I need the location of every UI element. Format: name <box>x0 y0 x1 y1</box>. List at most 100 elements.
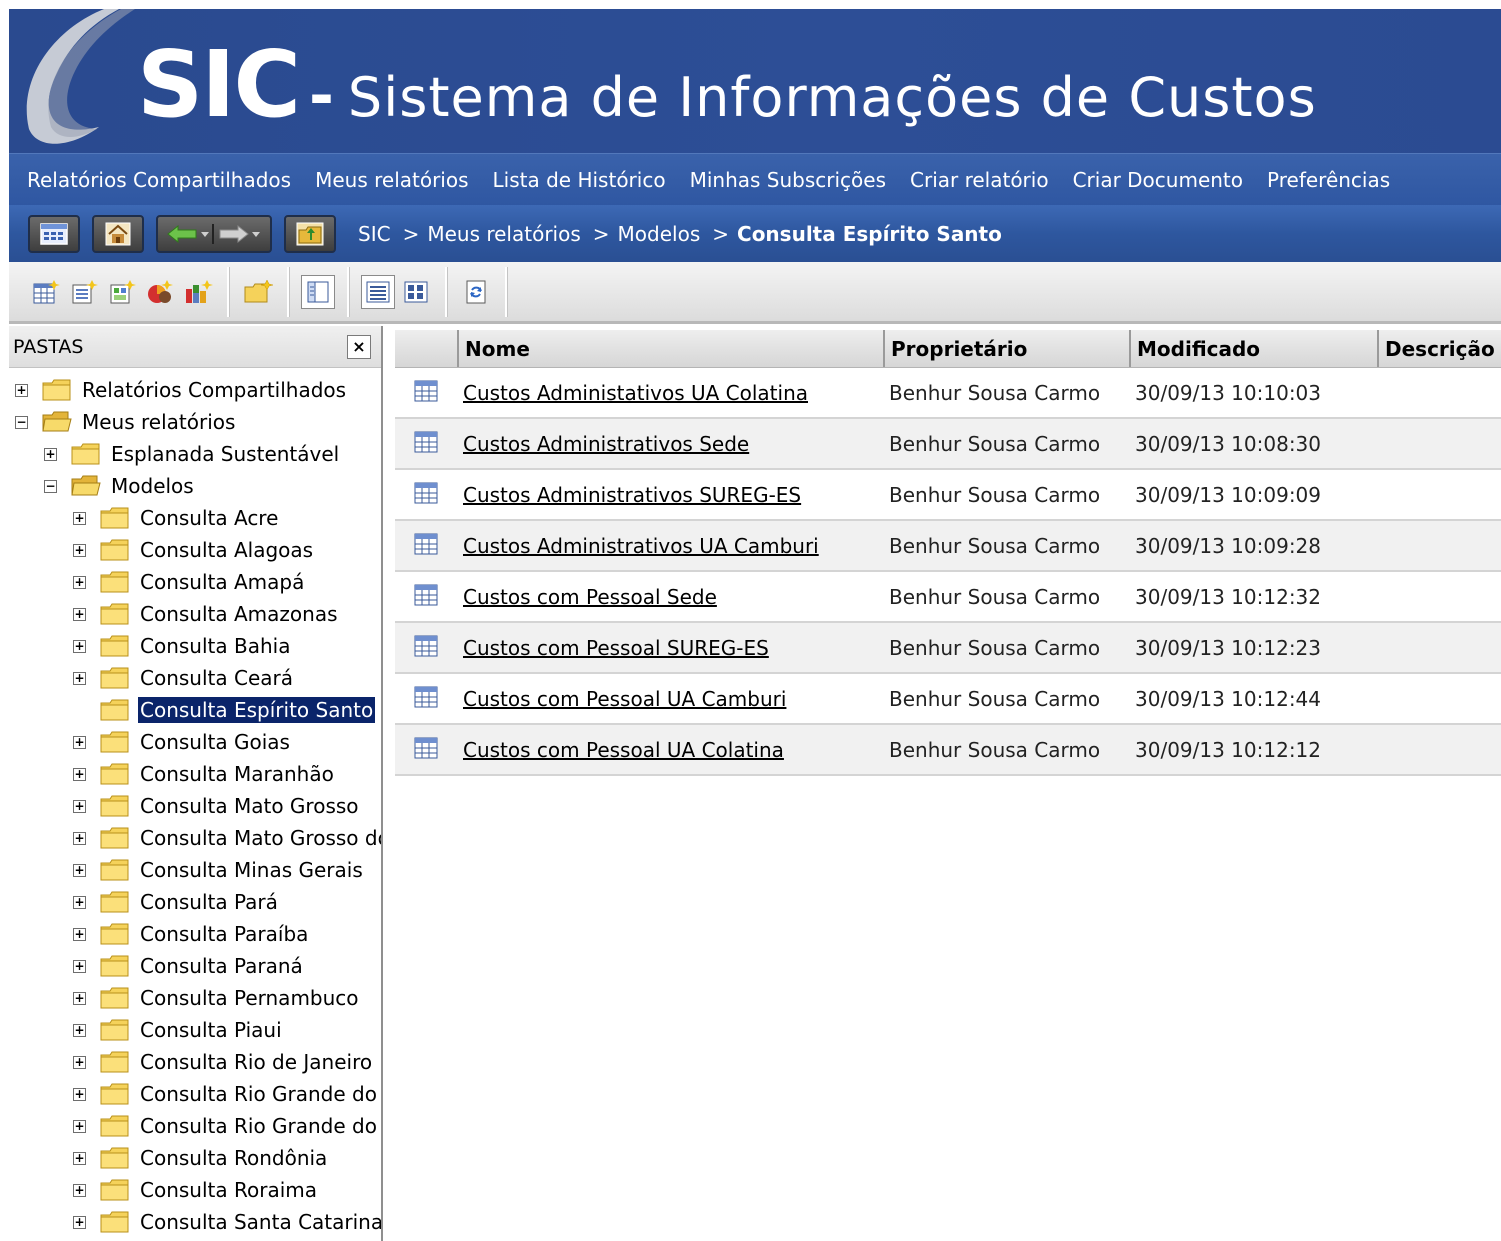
expand-icon[interactable]: + <box>73 1183 86 1197</box>
new-dashboard-button[interactable] <box>143 275 177 309</box>
expand-icon[interactable]: + <box>73 1119 86 1133</box>
expand-icon[interactable]: + <box>73 959 86 973</box>
folder-node[interactable]: + Consulta Paraíba <box>9 918 381 950</box>
collapse-icon[interactable]: − <box>44 479 57 493</box>
folder-node[interactable]: + Relatórios Compartilhados <box>9 374 381 406</box>
report-grid-icon[interactable] <box>395 533 457 555</box>
folder-node[interactable]: + Consulta Rio de Janeiro <box>9 1046 381 1078</box>
report-link[interactable]: Custos com Pessoal UA Camburi <box>463 687 786 711</box>
menu-shared-reports[interactable]: Relatórios Compartilhados <box>27 168 291 192</box>
expand-icon[interactable]: + <box>73 799 86 813</box>
expand-icon[interactable]: + <box>73 1023 86 1037</box>
expand-icon[interactable]: + <box>73 511 86 525</box>
folder-node[interactable]: + Consulta Goias <box>9 726 381 758</box>
breadcrumb-my-reports[interactable]: Meus relatórios <box>427 222 580 246</box>
expand-icon[interactable]: + <box>44 447 57 461</box>
folder-node[interactable]: + Consulta Mato Grosso <box>9 790 381 822</box>
expand-icon[interactable]: + <box>73 767 86 781</box>
table-row[interactable]: Custos com Pessoal Sede Benhur Sousa Carm… <box>395 572 1501 623</box>
breadcrumb-sic[interactable]: SIC <box>358 222 391 246</box>
expand-icon[interactable]: + <box>15 383 28 397</box>
folder-node[interactable]: + Consulta Piaui <box>9 1014 381 1046</box>
report-grid-icon[interactable] <box>395 431 457 453</box>
folder-node[interactable]: + Consulta Maranhão <box>9 758 381 790</box>
menu-history-list[interactable]: Lista de Histórico <box>493 168 666 192</box>
new-olap-button[interactable] <box>181 275 215 309</box>
folder-node[interactable]: − Meus relatórios <box>9 406 381 438</box>
folder-node[interactable]: − Modelos <box>9 470 381 502</box>
report-grid-icon[interactable] <box>395 584 457 606</box>
breadcrumb-models[interactable]: Modelos <box>618 222 701 246</box>
report-link[interactable]: Custos com Pessoal Sede <box>463 585 717 609</box>
menu-preferences[interactable]: Preferências <box>1267 168 1390 192</box>
expand-icon[interactable]: + <box>73 671 86 685</box>
new-report-services-button[interactable] <box>105 275 139 309</box>
desktop-button[interactable] <box>28 214 80 253</box>
report-link[interactable]: Custos Administrativos UA Camburi <box>463 534 819 558</box>
up-folder-button[interactable] <box>284 214 336 253</box>
expand-icon[interactable]: + <box>73 639 86 653</box>
forward-button[interactable] <box>212 223 262 244</box>
folder-node[interactable]: + Esplanada Sustentável <box>9 438 381 470</box>
toggle-folder-pane-button[interactable] <box>301 274 335 309</box>
icons-view-button[interactable] <box>399 275 433 309</box>
close-icon[interactable]: × <box>347 334 371 359</box>
table-row[interactable]: Custos Administrativos SUREG-ES Benhur So… <box>395 470 1501 521</box>
column-modified[interactable]: Modificado <box>1129 330 1377 367</box>
new-report-button[interactable] <box>29 275 63 309</box>
expand-icon[interactable]: + <box>73 1087 86 1101</box>
expand-icon[interactable]: + <box>73 895 86 909</box>
column-icon[interactable] <box>395 330 457 367</box>
report-link[interactable]: Custos Administrativos Sede <box>463 432 749 456</box>
folder-node[interactable]: + Consulta Minas Gerais <box>9 854 381 886</box>
table-row[interactable]: Custos com Pessoal SUREG-ES Benhur Sousa … <box>395 623 1501 674</box>
report-link[interactable]: Custos Administrativos SUREG-ES <box>463 483 801 507</box>
back-button[interactable] <box>166 224 212 244</box>
expand-icon[interactable]: + <box>73 1215 86 1229</box>
folder-node[interactable]: + Consulta Alagoas <box>9 534 381 566</box>
report-grid-icon[interactable] <box>395 635 457 657</box>
collapse-icon[interactable]: − <box>15 415 28 429</box>
expand-icon[interactable]: + <box>73 1055 86 1069</box>
folder-node[interactable]: + Consulta Roraima <box>9 1174 381 1206</box>
refresh-button[interactable] <box>459 275 493 309</box>
details-view-button[interactable] <box>361 274 395 309</box>
report-grid-icon[interactable] <box>395 686 457 708</box>
menu-my-reports[interactable]: Meus relatórios <box>315 168 468 192</box>
folder-node[interactable]: + Consulta Pernambuco <box>9 982 381 1014</box>
table-row[interactable]: Custos Administrativos Sede Benhur Sousa … <box>395 419 1501 470</box>
folder-node[interactable]: + Consulta Rondônia <box>9 1142 381 1174</box>
folder-node[interactable]: + Consulta Rio Grande do Norte <box>9 1078 381 1110</box>
folder-node[interactable]: + Consulta Pará <box>9 886 381 918</box>
folder-node[interactable]: + Consulta Amapá <box>9 566 381 598</box>
expand-icon[interactable]: + <box>73 991 86 1005</box>
table-row[interactable]: Custos Administrativos UA Camburi Benhur … <box>395 521 1501 572</box>
expand-icon[interactable]: + <box>73 831 86 845</box>
report-link[interactable]: Custos com Pessoal SUREG-ES <box>463 636 769 660</box>
report-link[interactable]: Custos Administativos UA Colatina <box>463 381 808 405</box>
menu-create-document[interactable]: Criar Documento <box>1073 168 1243 192</box>
column-owner[interactable]: Proprietário <box>883 330 1129 367</box>
table-row[interactable]: Custos Administativos UA Colatina Benhur … <box>395 368 1501 419</box>
report-grid-icon[interactable] <box>395 380 457 402</box>
menu-create-report[interactable]: Criar relatório <box>910 168 1049 192</box>
folder-node[interactable]: + Consulta Santa Catarina <box>9 1206 381 1238</box>
folder-node[interactable]: + Consulta Acre <box>9 502 381 534</box>
expand-icon[interactable]: + <box>73 575 86 589</box>
expand-icon[interactable]: + <box>73 607 86 621</box>
report-grid-icon[interactable] <box>395 737 457 759</box>
folder-node[interactable]: + Consulta Paraná <box>9 950 381 982</box>
expand-icon[interactable]: + <box>73 735 86 749</box>
folder-node[interactable]: Consulta Espírito Santo <box>9 694 381 726</box>
expand-icon[interactable]: + <box>73 543 86 557</box>
new-folder-button[interactable] <box>241 275 275 309</box>
expand-icon[interactable]: + <box>73 863 86 877</box>
table-row[interactable]: Custos com Pessoal UA Camburi Benhur Sous… <box>395 674 1501 725</box>
table-row[interactable]: Custos com Pessoal UA Colatina Benhur Sou… <box>395 725 1501 776</box>
folder-node[interactable]: + Consulta Ceará <box>9 662 381 694</box>
expand-icon[interactable]: + <box>73 1151 86 1165</box>
folder-node[interactable]: + Consulta Mato Grosso do Sul <box>9 822 381 854</box>
new-document-button[interactable] <box>67 275 101 309</box>
folder-node[interactable]: + Consulta Amazonas <box>9 598 381 630</box>
report-grid-icon[interactable] <box>395 482 457 504</box>
